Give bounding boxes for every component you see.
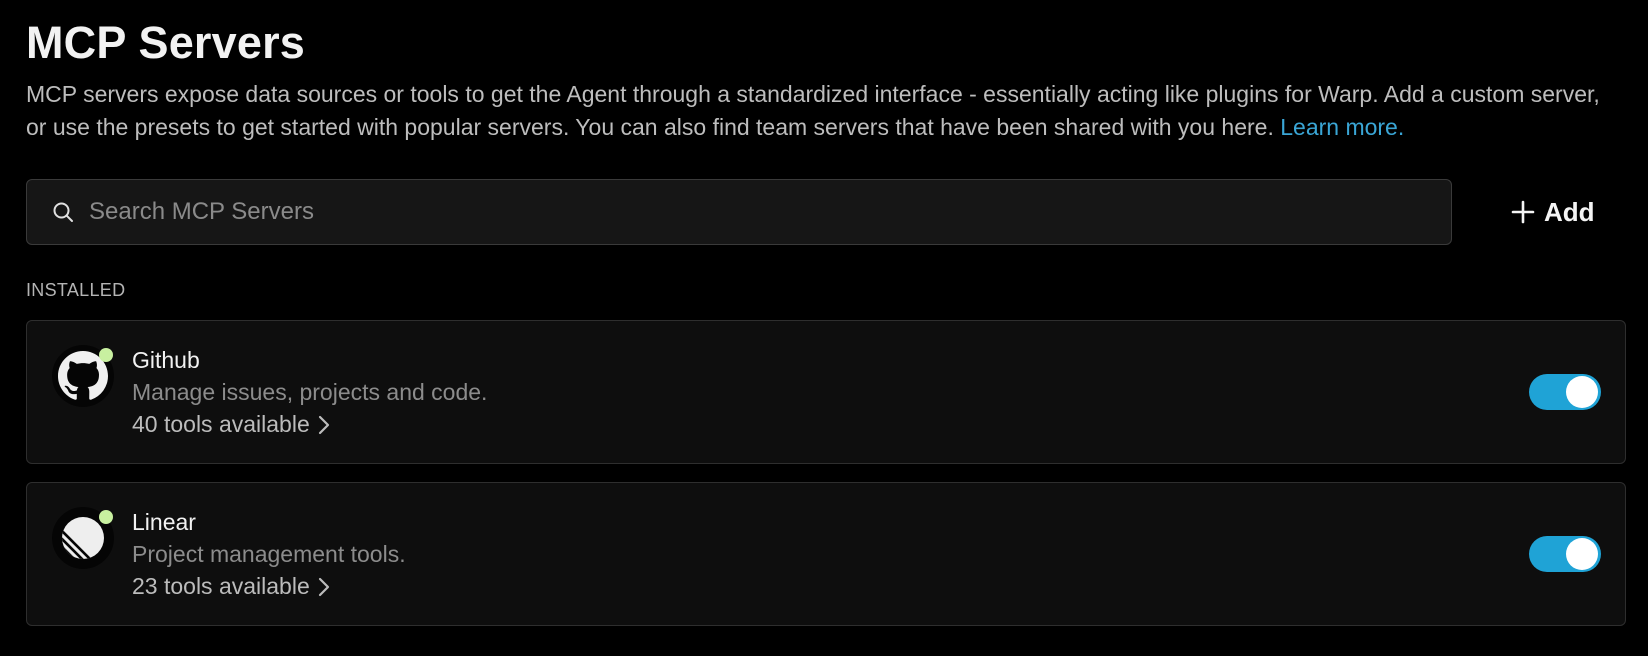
learn-more-link[interactable]: Learn more. xyxy=(1280,114,1404,140)
search-box[interactable] xyxy=(26,179,1452,245)
tools-count: 40 tools available xyxy=(132,411,310,437)
server-card-github[interactable]: Github Manage issues, projects and code.… xyxy=(26,320,1626,464)
search-input[interactable] xyxy=(87,191,1451,233)
toggle-knob xyxy=(1566,538,1598,570)
status-online-dot xyxy=(99,348,113,362)
chevron-right-icon xyxy=(318,575,336,599)
tools-count: 23 tools available xyxy=(132,573,310,599)
server-card-linear[interactable]: Linear Project management tools. 23 tool… xyxy=(26,482,1626,626)
chevron-right-icon xyxy=(318,413,336,437)
search-icon xyxy=(51,200,75,224)
page-description: MCP servers expose data sources or tools… xyxy=(26,78,1626,144)
plus-icon xyxy=(1510,199,1536,225)
tools-available-link[interactable]: 40 tools available xyxy=(132,411,336,438)
server-description: Manage issues, projects and code. xyxy=(132,379,488,405)
server-name: Linear xyxy=(132,509,196,535)
status-online-dot xyxy=(99,510,113,524)
server-avatar xyxy=(52,345,114,407)
server-avatar xyxy=(52,507,114,569)
server-enabled-toggle[interactable] xyxy=(1529,374,1601,410)
page-title: MCP Servers xyxy=(26,17,306,68)
add-button-label: Add xyxy=(1544,196,1595,227)
server-enabled-toggle[interactable] xyxy=(1529,536,1601,572)
server-name: Github xyxy=(132,347,200,373)
installed-section-label: INSTALLED xyxy=(26,280,126,300)
add-server-button[interactable]: Add xyxy=(1510,190,1595,234)
toggle-knob xyxy=(1566,376,1598,408)
server-description: Project management tools. xyxy=(132,541,406,567)
tools-available-link[interactable]: 23 tools available xyxy=(132,573,336,600)
